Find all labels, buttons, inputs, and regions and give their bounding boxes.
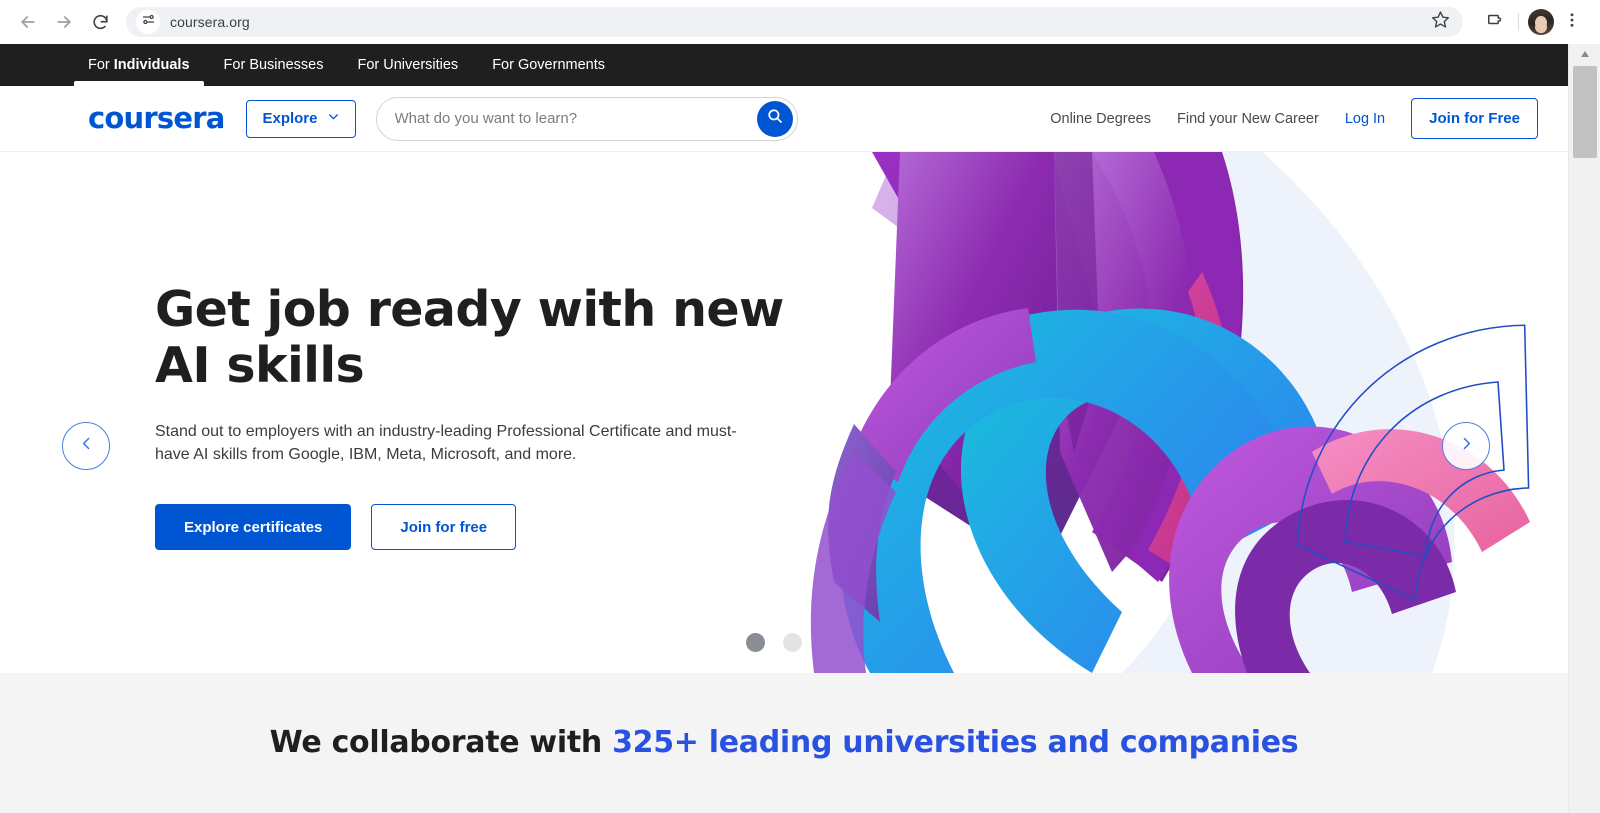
- toolbar-divider: [1518, 13, 1519, 31]
- chevron-right-icon: [1458, 435, 1475, 457]
- chevron-down-icon: [327, 110, 340, 127]
- topnav-strong: Individuals: [113, 56, 190, 73]
- header-links: Online Degrees Find your New Career Log …: [1050, 98, 1538, 139]
- browser-menu-button[interactable]: [1556, 6, 1588, 38]
- explore-button-label: Explore: [262, 110, 318, 127]
- carousel-pagination: [746, 633, 802, 652]
- forward-button[interactable]: [48, 6, 80, 38]
- site-settings-tune-icon: [141, 12, 156, 32]
- join-for-free-hero-button[interactable]: Join for free: [371, 504, 517, 551]
- explore-certificates-button[interactable]: Explore certificates: [155, 504, 352, 551]
- site-settings-button[interactable]: [136, 10, 160, 34]
- hero-copy: Get job ready with new AI skills Stand o…: [155, 281, 795, 551]
- audience-nav: For Individuals For Businesses For Unive…: [0, 44, 1568, 86]
- coursera-logo[interactable]: coursera: [88, 104, 225, 133]
- bookmark-button[interactable]: [1427, 9, 1453, 35]
- extensions-puzzle-icon: [1484, 10, 1503, 34]
- topnav-strong: Governments: [517, 56, 606, 73]
- collaborate-section: We collaborate with 325+ leading univers…: [0, 673, 1568, 813]
- carousel-dot-2[interactable]: [783, 633, 802, 652]
- chevron-left-icon: [78, 435, 95, 457]
- search-input[interactable]: [394, 110, 757, 127]
- back-button[interactable]: [12, 6, 44, 38]
- topnav-item-governments[interactable]: For Governments: [492, 44, 605, 86]
- star-icon: [1431, 10, 1450, 34]
- forward-arrow-icon: [54, 12, 74, 32]
- hero-subtitle: Stand out to employers with an industry-…: [155, 422, 737, 464]
- scroll-up-arrow-icon: [1580, 45, 1590, 63]
- topnav-strong: Universities: [383, 56, 459, 73]
- search-submit-button[interactable]: [756, 100, 793, 137]
- search-icon: [766, 107, 784, 130]
- search-bar[interactable]: [375, 96, 798, 141]
- browser-viewport: For Individuals For Businesses For Unive…: [0, 44, 1600, 813]
- header-link-log-in[interactable]: Log In: [1345, 111, 1385, 127]
- carousel-next-button[interactable]: [1442, 422, 1490, 470]
- hero-artwork: [792, 152, 1568, 673]
- reload-icon: [91, 13, 110, 32]
- hero-title: Get job ready with new AI skills: [155, 281, 784, 394]
- explore-button[interactable]: Explore: [246, 99, 356, 138]
- page-content: For Individuals For Businesses For Unive…: [0, 44, 1568, 813]
- header-link-online-degrees[interactable]: Online Degrees: [1050, 111, 1151, 127]
- topnav-item-individuals[interactable]: For Individuals: [74, 44, 204, 86]
- scrollbar-up-button[interactable]: [1569, 44, 1600, 64]
- topnav-prefix: For: [88, 56, 114, 73]
- address-bar-url[interactable]: coursera.org: [170, 14, 1427, 30]
- carousel-dot-1[interactable]: [746, 633, 765, 652]
- topnav-item-businesses[interactable]: For Businesses: [224, 44, 324, 86]
- three-dot-menu-icon: [1563, 11, 1581, 34]
- header-link-find-your-new-career[interactable]: Find your New Career: [1177, 111, 1319, 127]
- hero-carousel: Get job ready with new AI skills Stand o…: [0, 152, 1568, 673]
- carousel-prev-button[interactable]: [62, 422, 110, 470]
- address-bar[interactable]: coursera.org: [126, 7, 1463, 37]
- topnav-prefix: For: [492, 56, 518, 73]
- topnav-prefix: For: [223, 56, 250, 73]
- topnav-item-universities[interactable]: For Universities: [357, 44, 458, 86]
- page-scrollbar[interactable]: [1568, 44, 1600, 813]
- reload-button[interactable]: [84, 6, 116, 38]
- topnav-prefix: For: [357, 56, 384, 73]
- scrollbar-thumb[interactable]: [1573, 66, 1597, 158]
- site-header: coursera Explore Online Degrees Find you…: [0, 86, 1568, 152]
- hero-abstract-graphic: [792, 152, 1568, 673]
- avatar-face: [1535, 15, 1547, 30]
- profile-avatar-icon[interactable]: [1528, 9, 1554, 35]
- extensions-button[interactable]: [1477, 6, 1509, 38]
- browser-actions: [1477, 6, 1588, 38]
- join-for-free-button[interactable]: Join for Free: [1411, 98, 1538, 139]
- collaborate-text-plain: We collaborate with: [269, 725, 613, 760]
- hero-cta-group: Explore certificates Join for free: [155, 504, 795, 551]
- topnav-strong: Businesses: [249, 56, 324, 73]
- collaborate-heading: We collaborate with 325+ leading univers…: [0, 725, 1568, 760]
- back-arrow-icon: [18, 12, 38, 32]
- browser-toolbar: coursera.org: [0, 0, 1600, 44]
- collaborate-text-highlight: 325+ leading universities and companies: [612, 725, 1299, 760]
